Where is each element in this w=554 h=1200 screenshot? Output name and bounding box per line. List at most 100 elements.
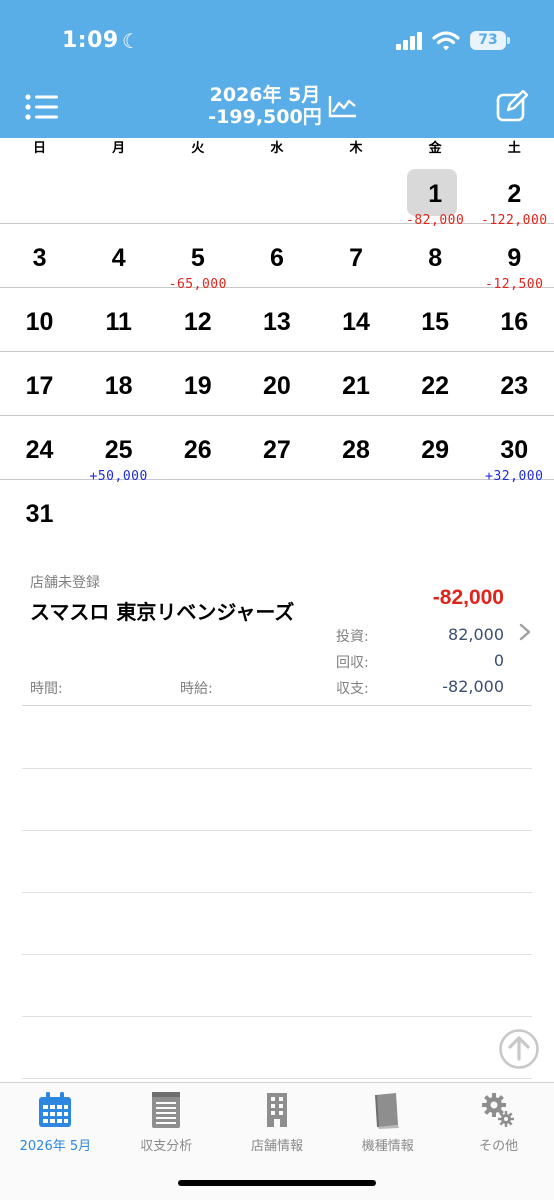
calendar-day[interactable]: 5 -65,000 <box>158 224 237 292</box>
return-value: 0 <box>493 651 504 670</box>
calendar-empty-cell <box>396 480 475 544</box>
status-time: 1:09 <box>62 28 119 53</box>
day-number: 17 <box>25 372 54 400</box>
calendar-day[interactable]: 17 <box>0 352 79 416</box>
weekday-thu: 木 <box>349 141 363 156</box>
list-menu-icon[interactable] <box>24 92 60 122</box>
weekday-sat: 土 <box>507 141 521 156</box>
calendar-icon <box>39 1092 71 1127</box>
session-result: -82,000 <box>432 586 504 609</box>
calendar-week: 1 -82,000 2 -122,000 <box>0 160 554 228</box>
calendar-day[interactable]: 26 <box>158 416 237 480</box>
calendar-day[interactable]: 10 <box>0 288 79 352</box>
day-number: 26 <box>183 436 212 464</box>
battery-indicator: 73 <box>470 31 506 50</box>
calendar-week: 10 11 12 13 14 15 16 <box>0 288 554 352</box>
scroll-to-top-icon[interactable] <box>498 1028 540 1070</box>
line-chart-icon[interactable] <box>328 94 358 118</box>
day-number: 31 <box>25 500 54 528</box>
list-separator <box>22 1016 532 1017</box>
day-number: 18 <box>104 372 133 400</box>
calendar-week: 24 25 +50,000 26 27 28 29 30 +32,000 <box>0 416 554 484</box>
time-label: 時間: <box>30 681 63 697</box>
day-number: 22 <box>421 372 450 400</box>
day-number: 2 <box>507 180 522 208</box>
weekday-wed: 水 <box>270 141 284 156</box>
calendar-day[interactable]: 12 <box>158 288 237 352</box>
calendar-day[interactable]: 2 -122,000 <box>475 160 554 228</box>
calendar-week: 3 4 5 -65,000 6 7 8 9 -12,500 <box>0 224 554 292</box>
list-separator <box>22 892 532 893</box>
day-number: 11 <box>105 308 132 336</box>
calendar-day[interactable]: 30 +32,000 <box>475 416 554 484</box>
calendar-day[interactable]: 6 <box>237 224 316 288</box>
tab-label-analysis: 収支分析 <box>140 1139 193 1154</box>
calendar-day[interactable]: 19 <box>158 352 237 416</box>
calendar-day[interactable]: 27 <box>237 416 316 480</box>
calendar-day[interactable]: 11 <box>79 288 158 352</box>
calendar-day[interactable]: 28 <box>317 416 396 480</box>
calendar-day[interactable]: 9 -12,500 <box>475 224 554 292</box>
calendar-day[interactable]: 29 <box>396 416 475 480</box>
calendar-empty-cell <box>158 480 237 544</box>
wifi-icon <box>432 31 460 51</box>
gear-icon <box>482 1093 515 1127</box>
day-number: 21 <box>342 372 370 400</box>
tab-other[interactable]: その他 <box>443 1083 554 1200</box>
weekday-sun: 日 <box>33 141 47 156</box>
calendar-day[interactable]: 13 <box>237 288 316 352</box>
return-label: 回収: <box>336 655 369 671</box>
building-icon <box>266 1093 287 1127</box>
calendar-day[interactable]: 31 <box>0 480 79 544</box>
calendar-day[interactable]: 24 <box>0 416 79 480</box>
calendar-day[interactable]: 3 <box>0 224 79 288</box>
day-number: 14 <box>342 308 370 336</box>
calendar-day[interactable]: 18 <box>79 352 158 416</box>
day-number: 19 <box>183 372 212 400</box>
calendar-day[interactable]: 23 <box>475 352 554 416</box>
month-title: 2026年 5月 -199,500円 <box>190 84 340 128</box>
day-number: 5 <box>190 244 205 272</box>
chevron-right-icon <box>519 623 531 641</box>
calendar-day[interactable]: 4 <box>79 224 158 288</box>
calendar-day[interactable]: 1 -82,000 <box>396 160 475 228</box>
calendar-day[interactable]: 7 <box>317 224 396 288</box>
day-number: 30 <box>500 436 529 464</box>
calendar-day[interactable]: 20 <box>237 352 316 416</box>
book-icon <box>375 1093 400 1129</box>
compose-icon[interactable] <box>496 90 528 122</box>
weekday-header: 日 月 火 水 木 金 土 <box>0 138 554 160</box>
calendar-day[interactable]: 14 <box>317 288 396 352</box>
day-number: 16 <box>500 308 529 336</box>
list-separator <box>22 830 532 831</box>
weekday-fri: 金 <box>428 141 442 156</box>
calendar-day[interactable]: 21 <box>317 352 396 416</box>
calendar-day[interactable]: 16 <box>475 288 554 352</box>
balance-value: -82,000 <box>442 677 504 696</box>
balance-label: 収支: <box>336 681 369 697</box>
calendar-day[interactable]: 8 <box>396 224 475 288</box>
tab-calendar[interactable]: 2026年 5月 <box>0 1083 111 1200</box>
battery-nub <box>507 37 510 44</box>
day-number: 28 <box>342 436 370 464</box>
day-number: 4 <box>111 244 126 272</box>
list-separator <box>22 1078 532 1079</box>
day-number: 1 <box>428 180 443 208</box>
calendar-day[interactable]: 25 +50,000 <box>79 416 158 484</box>
session-entry[interactable]: 店舗未登録 スマスロ 東京リベンジャーズ -82,000 投資: 82,000 … <box>22 562 532 706</box>
calendar-empty-cell <box>158 160 237 224</box>
calendar-day[interactable]: 22 <box>396 352 475 416</box>
notepad-icon <box>151 1092 180 1128</box>
calendar-grid: 1 -82,000 2 -122,000 3 4 5 -65,000 6 7 8 9 -12,500 10… <box>0 160 554 544</box>
day-number: 27 <box>263 436 291 464</box>
cellular-signal-icon <box>396 32 422 50</box>
invest-value: 82,000 <box>448 625 504 644</box>
title-total: -199,500円 <box>208 106 322 128</box>
list-separator <box>22 768 532 769</box>
calendar-week: 17 18 19 20 21 22 23 <box>0 352 554 416</box>
calendar-day[interactable]: 15 <box>396 288 475 352</box>
weekday-tue: 火 <box>191 141 205 156</box>
day-number: 3 <box>32 244 47 272</box>
weekday-mon: 月 <box>112 141 126 156</box>
day-number: 13 <box>263 308 291 336</box>
